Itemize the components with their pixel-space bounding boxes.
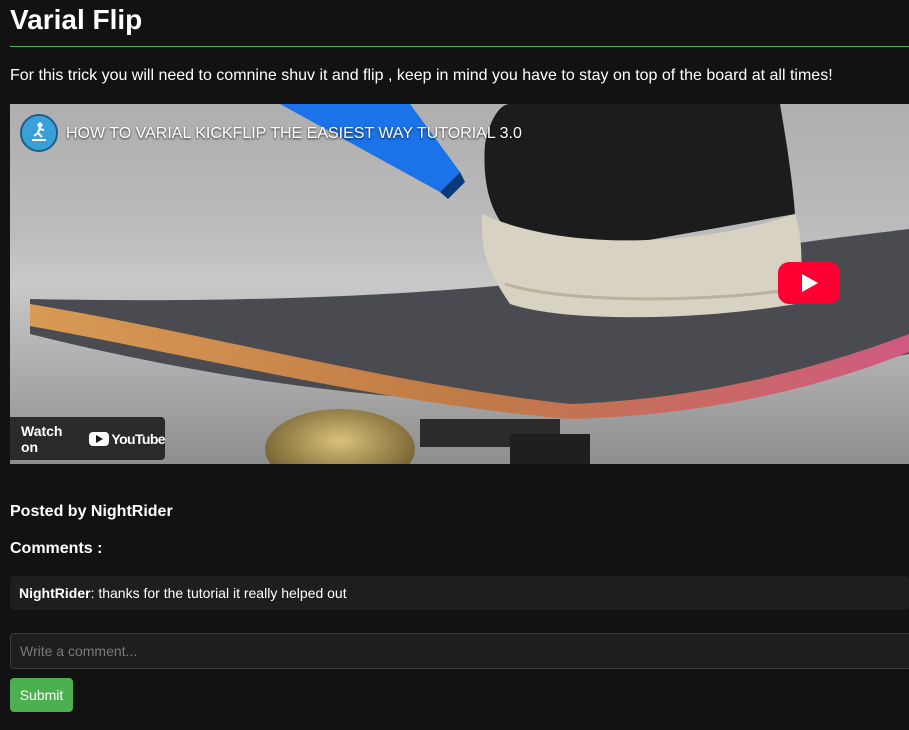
watch-on-youtube-button[interactable]: Watch on YouTube — [10, 417, 166, 460]
posted-by: Posted by NightRider — [10, 503, 173, 520]
submit-button[interactable]: Submit — [10, 678, 73, 712]
post-title: Varial Flip — [10, 4, 143, 35]
video-title[interactable]: HOW TO VARIAL KICKFLIP THE EASIEST WAY T… — [66, 124, 522, 144]
post-page: Varial Flip For this trick you will need… — [0, 0, 909, 730]
post-description: For this trick you will need to comnine … — [10, 67, 833, 84]
youtube-embed[interactable]: HOW TO VARIAL KICKFLIP THE EASIEST WAY T… — [10, 104, 909, 464]
watch-on-label: Watch on — [21, 422, 63, 455]
comments-heading: Comments : — [10, 540, 103, 557]
video-thumbnail — [10, 104, 909, 464]
skater-icon — [22, 116, 56, 150]
youtube-logo-icon: YouTube — [89, 430, 166, 447]
youtube-play-icon[interactable] — [778, 262, 840, 304]
comment-text: : thanks for the tutorial it really help… — [90, 585, 347, 601]
youtube-wordmark: YouTube — [111, 430, 165, 447]
title-divider — [10, 46, 909, 47]
comment-input[interactable] — [10, 633, 909, 669]
channel-avatar[interactable] — [20, 114, 58, 152]
comment-item: NightRider: thanks for the tutorial it r… — [10, 576, 909, 610]
comment-author: NightRider — [19, 585, 91, 601]
